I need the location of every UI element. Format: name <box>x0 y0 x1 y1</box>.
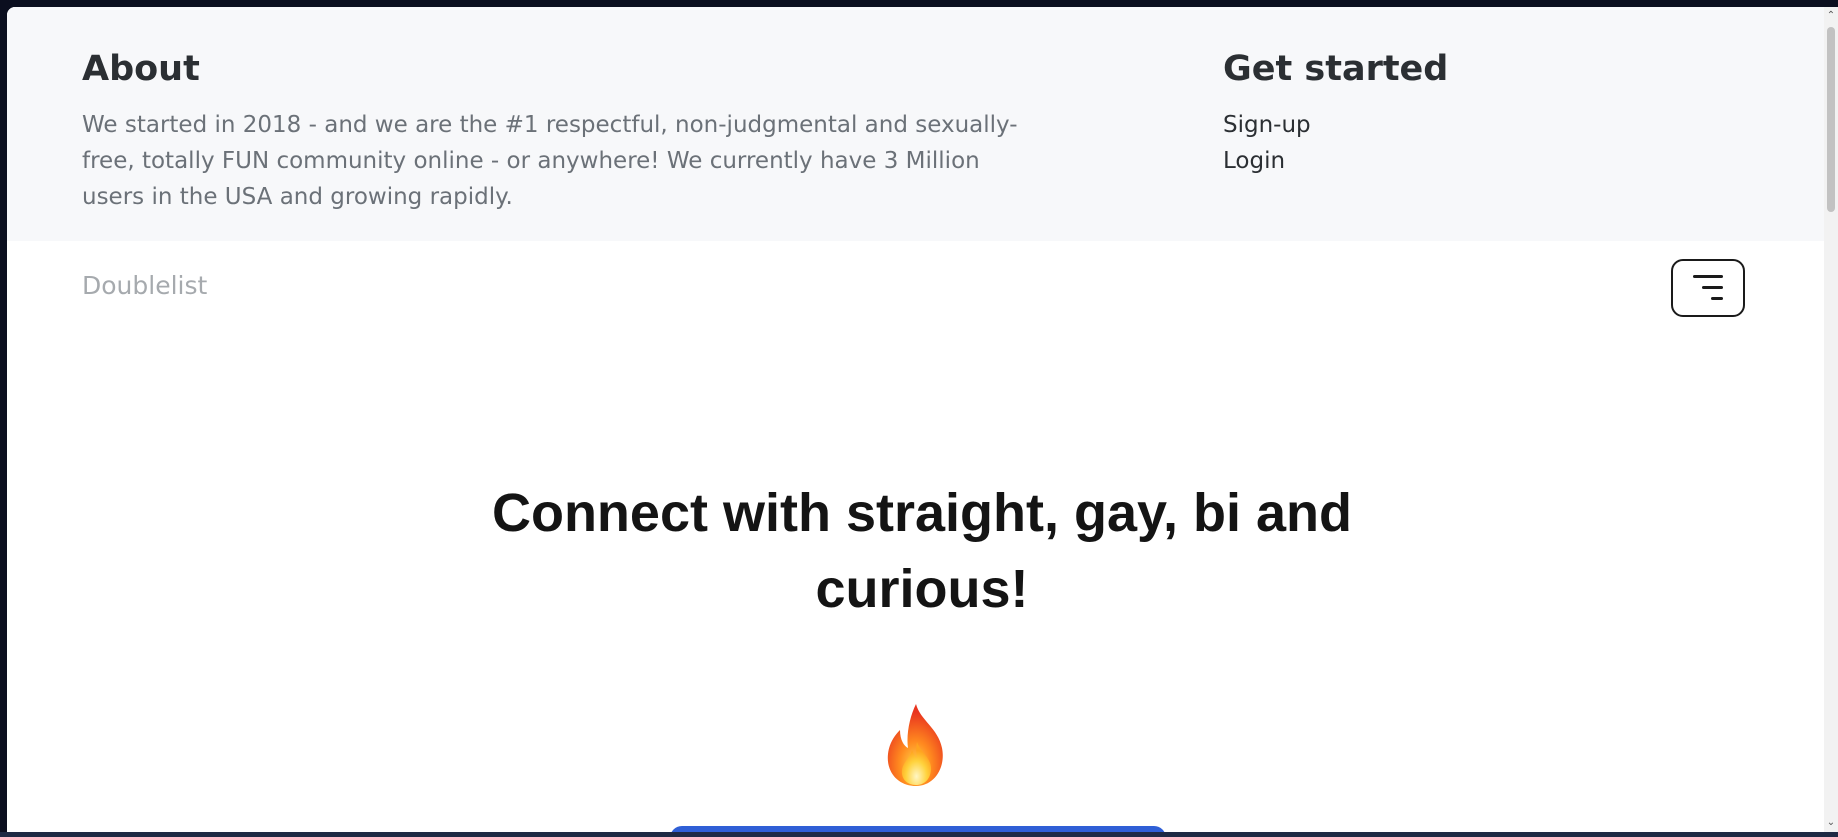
menu-toggle-button[interactable] <box>1671 259 1745 317</box>
get-started-title: Get started <box>1223 49 1449 89</box>
hero-title: Connect with straight, gay, bi and curio… <box>491 483 1353 619</box>
about-panel: About We started in 2018 - and we are th… <box>7 7 1824 241</box>
about-text: We started in 2018 - and we are the #1 r… <box>82 112 1018 210</box>
scroll-thumb[interactable] <box>1827 27 1835 212</box>
chevron-down-icon[interactable]: ⌄ <box>1824 816 1838 830</box>
navbar: Doublelist <box>7 241 1824 321</box>
about-section: About We started in 2018 - and we are th… <box>82 44 1062 215</box>
get-started-links: Sign-up Login <box>1223 107 1623 179</box>
browser-viewport: About We started in 2018 - and we are th… <box>7 7 1838 832</box>
bottom-edge <box>0 832 1838 837</box>
chevron-up-icon[interactable]: ⌃ <box>1824 9 1838 23</box>
scrollbar[interactable]: ⌃ ⌄ <box>1824 7 1838 832</box>
login-link[interactable]: Login <box>1223 143 1623 179</box>
get-started-section: Get started Sign-up Login <box>1223 44 1623 179</box>
about-title: About <box>82 49 200 89</box>
brand-link[interactable]: Doublelist <box>82 270 207 302</box>
menu-lines-icon <box>1693 275 1723 300</box>
signup-link[interactable]: Sign-up <box>1223 107 1623 143</box>
fire-icon <box>887 704 943 786</box>
